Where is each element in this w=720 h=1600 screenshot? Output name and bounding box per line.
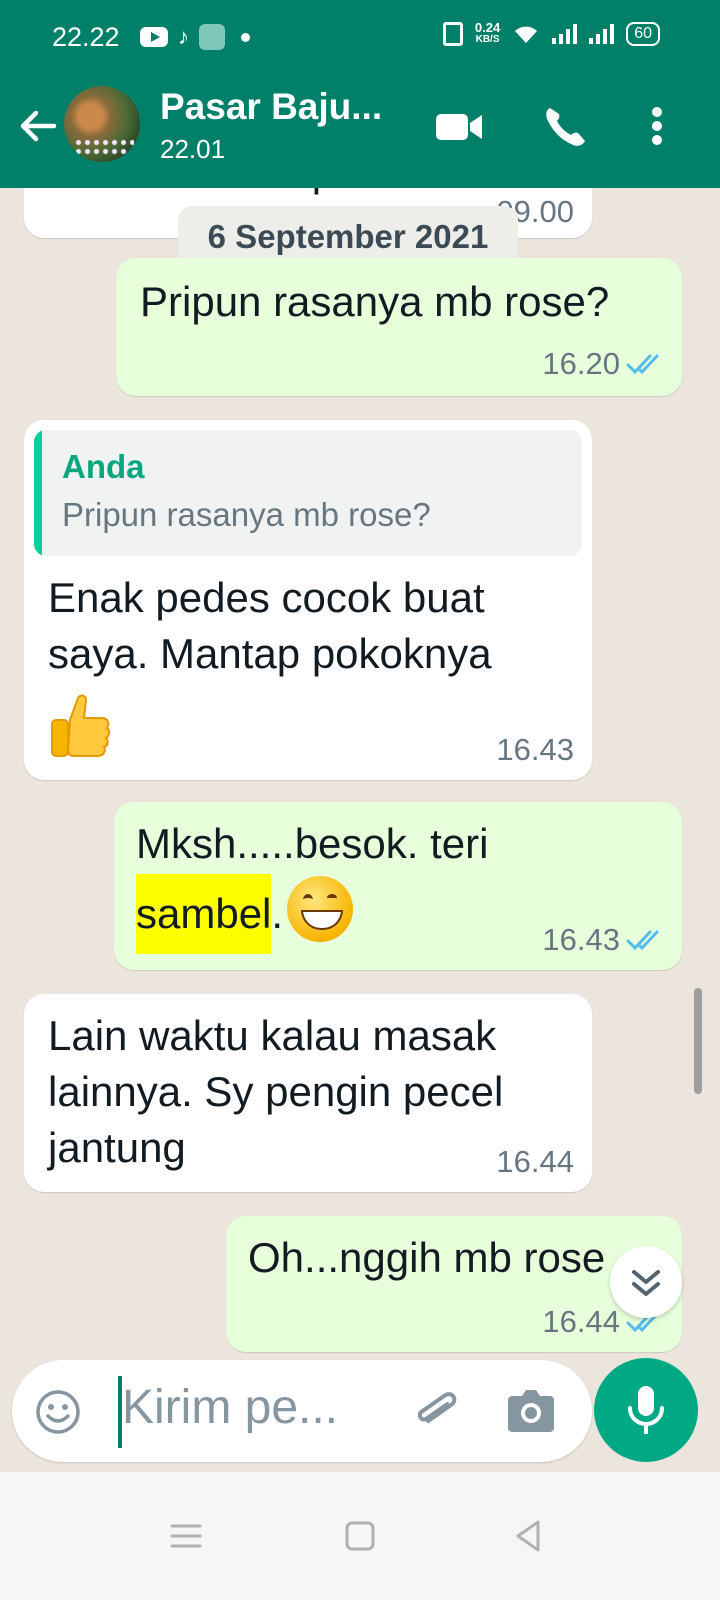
message-time: 16.43 — [496, 732, 574, 767]
notification-icons: ♪ — [140, 24, 250, 50]
message-bubble-incoming[interactable]: Lain waktu kalau masak lainnya. Sy pengi… — [24, 994, 592, 1192]
message-composer[interactable]: Kirim pe... — [12, 1360, 592, 1462]
recent-apps-icon[interactable] — [162, 1512, 210, 1560]
wifi-icon — [515, 26, 538, 43]
status-bar: 22.22 ♪ 0.24 KB/S 60 — [0, 0, 720, 80]
message-time: 16.44 — [496, 1144, 574, 1179]
quoted-reply[interactable]: Anda Pripun rasanya mb rose? — [34, 430, 582, 556]
microphone-icon — [628, 1386, 664, 1434]
signal-2-icon — [589, 24, 615, 44]
message-text-line: saya. Mantap pokoknya — [48, 630, 492, 677]
search-highlight: sambel — [136, 874, 272, 954]
scroll-to-bottom-button[interactable] — [610, 1246, 682, 1318]
message-time: 16.43 — [542, 922, 620, 957]
message-text: Heeem mantap — [48, 188, 335, 200]
contact-name[interactable]: Pasar Baju... — [160, 86, 382, 128]
double-check-read-icon — [626, 354, 659, 375]
message-meta: 16.20 — [542, 346, 664, 382]
app-notification-icon — [199, 24, 225, 50]
voice-message-button[interactable] — [594, 1358, 698, 1462]
youtube-icon — [140, 27, 168, 47]
message-time: 16.44 — [542, 1304, 620, 1339]
message-text-line: Mksh.....besok. teri — [136, 820, 489, 867]
message-text-line: lainnya. Sy pengin pecel — [48, 1068, 504, 1115]
quote-accent-bar — [34, 430, 42, 556]
quote-sender: Anda — [62, 448, 145, 485]
network-speed: 0.24 KB/S — [474, 20, 501, 45]
message-text-line: sambel. — [136, 874, 354, 954]
more-vert-icon[interactable] — [640, 102, 674, 150]
vibrate-icon — [442, 22, 463, 46]
chat-header[interactable]: Pasar Baju... 22.01 — [0, 80, 720, 188]
message-text-line: Enak pedes cocok buat — [48, 574, 485, 621]
video-call-icon[interactable] — [434, 102, 486, 150]
message-bubble-outgoing[interactable]: Pripun rasanya mb rose? 16.20 — [116, 258, 682, 396]
quote-text: Pripun rasanya mb rose? — [62, 496, 431, 533]
message-text-line: Lain waktu kalau masak — [48, 1012, 497, 1059]
thumbs-up-emoji-icon — [51, 694, 111, 757]
double-chevron-down-icon — [632, 1270, 660, 1296]
message-input[interactable]: Kirim pe... — [122, 1380, 338, 1435]
emoji-icon[interactable] — [34, 1388, 82, 1436]
back-arrow-icon[interactable] — [16, 104, 60, 148]
home-icon[interactable] — [336, 1512, 384, 1560]
camera-icon[interactable] — [506, 1386, 556, 1436]
message-bubble-incoming[interactable]: Anda Pripun rasanya mb rose? Enak pedes … — [24, 420, 592, 780]
system-status-icons: 0.24 KB/S 60 — [442, 20, 660, 46]
message-bubble-outgoing[interactable]: Mksh.....besok. teri sambel. 16.43 — [114, 802, 682, 970]
last-seen: 22.01 — [160, 134, 226, 164]
message-text: Oh...nggih mb rose — [248, 1234, 606, 1281]
message-text: Pripun rasanya mb rose? — [140, 278, 610, 325]
phone-icon[interactable] — [540, 102, 592, 150]
message-list[interactable]: Heeem mantap 09.00 6 September 2021 Prip… — [0, 188, 720, 1363]
system-navigation-bar — [0, 1472, 720, 1600]
more-notifications-dot-icon — [241, 32, 250, 42]
status-time: 22.22 — [52, 22, 120, 52]
scrollbar[interactable] — [694, 988, 702, 1094]
contact-avatar[interactable] — [64, 86, 140, 162]
message-meta: 16.43 — [542, 922, 664, 958]
signal-1-icon — [552, 24, 578, 44]
tiktok-icon: ♪ — [178, 24, 189, 49]
attachment-icon[interactable] — [408, 1384, 462, 1438]
battery-icon: 60 — [626, 22, 660, 46]
double-check-read-icon — [626, 930, 659, 951]
message-text-line: jantung — [48, 1124, 186, 1171]
back-nav-icon[interactable] — [506, 1512, 554, 1560]
message-time: 16.20 — [542, 346, 620, 381]
grinning-face-emoji-icon — [287, 876, 354, 942]
top-app-bar: 22.22 ♪ 0.24 KB/S 60 Pasar Baju... 22.01 — [0, 0, 720, 188]
